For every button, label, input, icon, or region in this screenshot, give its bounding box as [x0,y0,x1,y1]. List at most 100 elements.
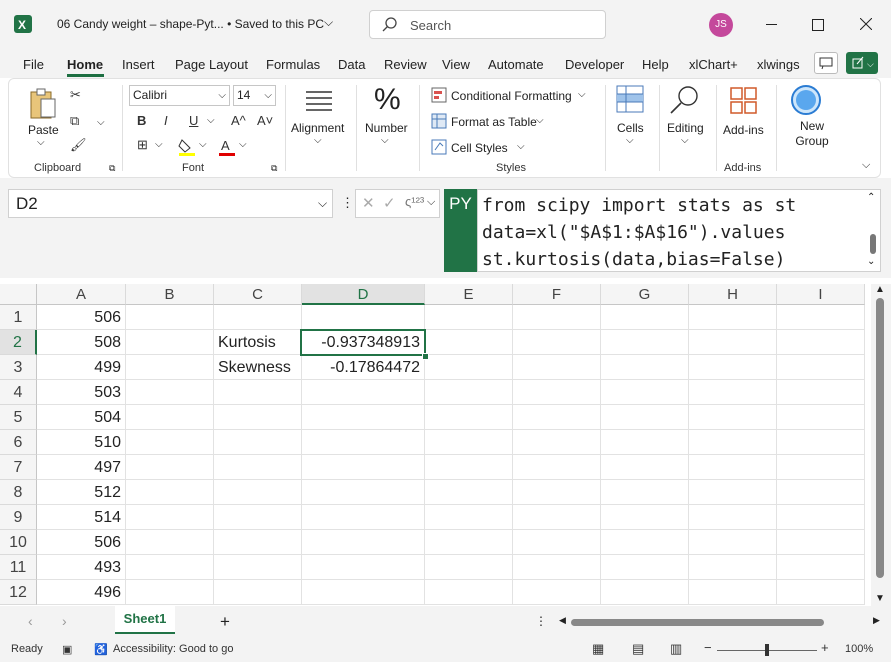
menu-xlchart[interactable]: xlChart+ [689,57,738,72]
menu-page-layout[interactable]: Page Layout [175,57,248,72]
grid-cell[interactable] [425,505,513,530]
grid-cell[interactable]: 504 [37,405,126,430]
comments-button[interactable] [814,52,838,74]
grid-cell[interactable] [425,355,513,380]
enter-icon[interactable]: ✓ [383,194,396,212]
grid-cell[interactable] [425,530,513,555]
share-button[interactable]: ⌵ [846,52,878,74]
column-header-d[interactable]: D [302,284,425,305]
grid-cell[interactable]: 496 [37,580,126,605]
grid-cell[interactable]: 493 [37,555,126,580]
chevron-down-icon[interactable]: ⌵ [239,139,247,150]
grid-cell[interactable] [126,505,214,530]
grid-cell[interactable] [689,505,777,530]
grid-cell[interactable] [601,530,689,555]
paste-button[interactable]: Paste [28,123,59,137]
vertical-scrollbar[interactable]: ▲ ▼ [871,284,891,606]
grid-cell[interactable] [689,380,777,405]
grid-cell[interactable] [302,580,425,605]
grid-cell[interactable] [425,305,513,330]
grid-cell[interactable] [126,405,214,430]
add-sheet-button[interactable]: + [220,612,230,632]
sheet-tab-sheet1[interactable]: Sheet1 [115,606,175,634]
minimize-icon[interactable] [766,24,777,25]
column-header-a[interactable]: A [37,284,126,305]
grid-cell[interactable] [302,505,425,530]
new-group-button[interactable]: New Group [792,119,832,149]
menu-formulas[interactable]: Formulas [266,57,320,72]
dialog-launcher-icon[interactable]: ⧉ [109,163,115,174]
grid-cell[interactable] [425,455,513,480]
menu-data[interactable]: Data [338,57,365,72]
window-title[interactable]: 06 Candy weight – shape-Pyt... • Saved t… [57,17,324,31]
add-ins-button[interactable]: Add-ins [723,123,764,137]
row-header[interactable]: 11 [0,555,37,580]
menu-automate[interactable]: Automate [488,57,544,72]
python-output-icon[interactable]: ς¹²³ [405,194,424,209]
grid-cell[interactable] [513,555,601,580]
borders-icon[interactable]: ⊞ [137,137,148,153]
formula-scrollbar[interactable] [870,234,876,254]
grid-cell[interactable] [302,555,425,580]
grid-cell[interactable]: 510 [37,430,126,455]
cell-d2[interactable]: -0.937348913 [302,330,425,355]
formula-input[interactable]: from scipy import stats as st data=xl("$… [477,189,881,272]
cell-styles-button[interactable]: Cell Styles [451,141,508,155]
grid-cell[interactable]: 497 [37,455,126,480]
grid-cell[interactable] [425,380,513,405]
grow-font-button[interactable]: A^ [231,113,246,128]
format-as-table-button[interactable]: Format as Table [451,115,537,129]
grid-cell[interactable] [513,455,601,480]
column-header-f[interactable]: F [513,284,601,305]
grid-cell[interactable] [214,530,302,555]
row-header[interactable]: 10 [0,530,37,555]
zoom-in-icon[interactable]: + [821,640,829,655]
row-header[interactable]: 7 [0,455,37,480]
grid-cell[interactable] [513,530,601,555]
column-header-b[interactable]: B [126,284,214,305]
chevron-down-icon[interactable]: ⌵ [381,135,389,146]
chevron-left-icon[interactable]: ‹ [28,613,33,629]
grid-cell[interactable] [302,430,425,455]
cancel-icon[interactable]: ✕ [362,194,375,212]
grid-cell[interactable] [214,430,302,455]
chevron-down-icon[interactable]: ⌵ [324,15,333,30]
cell-c2[interactable]: Kurtosis [214,330,302,355]
grid-cell[interactable] [689,555,777,580]
conditional-formatting-button[interactable]: Conditional Formatting [451,89,572,103]
zoom-slider-thumb[interactable] [765,644,769,656]
grid-cell[interactable] [777,555,865,580]
grid-cell[interactable] [777,355,865,380]
grid-cell[interactable] [513,380,601,405]
more-icon[interactable]: ⋮ [341,195,354,211]
grid-cell[interactable]: 506 [37,530,126,555]
row-header[interactable]: 12 [0,580,37,605]
normal-view-icon[interactable]: ▦ [592,641,604,657]
grid-cell[interactable] [601,355,689,380]
grid-cell[interactable] [302,305,425,330]
grid-cell[interactable] [126,305,214,330]
grid-cell[interactable] [513,405,601,430]
scroll-thumb[interactable] [876,298,884,578]
row-header[interactable]: 5 [0,405,37,430]
grid-cell[interactable] [214,480,302,505]
alignment-icon[interactable] [304,87,334,115]
chevron-right-icon[interactable]: › [62,613,67,629]
underline-button[interactable]: U [189,113,198,128]
menu-developer[interactable]: Developer [565,57,624,72]
menu-home[interactable]: Home [67,57,103,72]
grid-cell[interactable] [777,380,865,405]
chevron-down-icon[interactable]: ⌵ [578,89,586,100]
grid-cell[interactable] [513,580,601,605]
expand-icon[interactable]: ⌄ [867,256,875,267]
alignment-button[interactable]: Alignment [291,121,344,135]
grid-cell[interactable] [126,555,214,580]
close-icon[interactable] [860,18,872,30]
grid-cell[interactable] [126,380,214,405]
grid-cell[interactable] [777,505,865,530]
accessibility-status[interactable]: Accessibility: Good to go [113,643,233,655]
menu-file[interactable]: File [23,57,44,72]
bold-button[interactable]: B [137,113,146,128]
grid-cell[interactable] [126,480,214,505]
grid-cell[interactable]: 506 [37,305,126,330]
